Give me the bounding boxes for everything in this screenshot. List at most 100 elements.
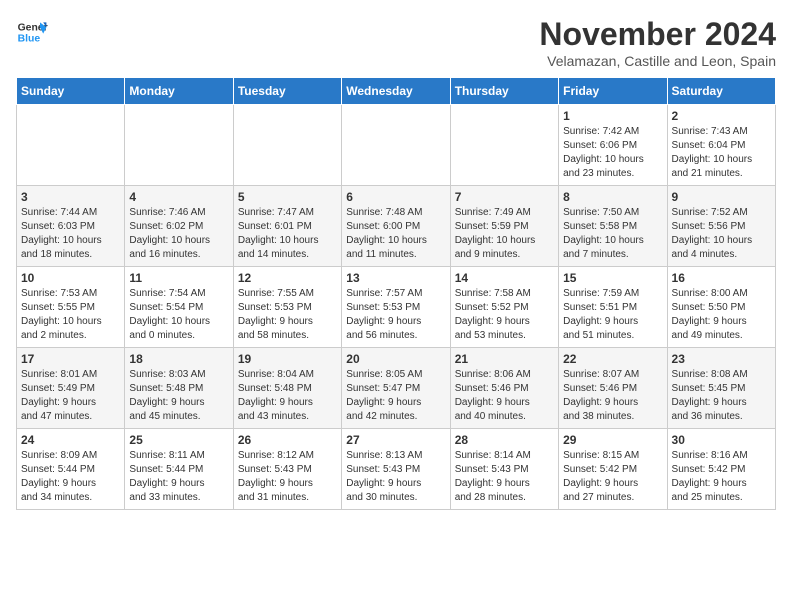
day-number: 3 [21, 190, 120, 204]
day-number: 20 [346, 352, 445, 366]
calendar-cell: 21 Sunrise: 8:06 AM Sunset: 5:46 PM Dayli… [450, 348, 558, 429]
calendar-cell: 24 Sunrise: 8:09 AM Sunset: 5:44 PM Dayli… [17, 429, 125, 510]
calendar-week-row: 3 Sunrise: 7:44 AM Sunset: 6:03 PM Daylig… [17, 186, 776, 267]
title-block: November 2024 Velamazan, Castille and Le… [539, 16, 776, 69]
weekday-header-saturday: Saturday [667, 78, 775, 105]
day-number: 25 [129, 433, 228, 447]
day-info: Sunrise: 7:49 AM Sunset: 5:59 PM Dayligh… [455, 206, 554, 262]
day-number: 17 [21, 352, 120, 366]
calendar-cell: 7 Sunrise: 7:49 AM Sunset: 5:59 PM Daylig… [450, 186, 558, 267]
day-number: 23 [672, 352, 771, 366]
day-info: Sunrise: 8:15 AM Sunset: 5:42 PM Dayligh… [563, 449, 662, 505]
day-info: Sunrise: 7:59 AM Sunset: 5:51 PM Dayligh… [563, 287, 662, 343]
weekday-header-wednesday: Wednesday [342, 78, 450, 105]
calendar-cell: 20Sunrise: 8:05 AM Sunset: 5:47 PM Dayli… [342, 348, 450, 429]
day-info: Sunrise: 7:54 AM Sunset: 5:54 PM Dayligh… [129, 287, 228, 343]
day-number: 19 [238, 352, 337, 366]
calendar-cell: 13 Sunrise: 7:57 AM Sunset: 5:53 PM Dayli… [342, 267, 450, 348]
calendar-table: SundayMondayTuesdayWednesdayThursdayFrid… [16, 77, 776, 510]
day-number: 16 [672, 271, 771, 285]
calendar-cell: 9Sunrise: 7:52 AM Sunset: 5:56 PM Daylig… [667, 186, 775, 267]
calendar-cell: 16Sunrise: 8:00 AM Sunset: 5:50 PM Dayli… [667, 267, 775, 348]
calendar-header-row: SundayMondayTuesdayWednesdayThursdayFrid… [17, 78, 776, 105]
calendar-cell: 26 Sunrise: 8:12 AM Sunset: 5:43 PM Dayli… [233, 429, 341, 510]
calendar-cell [125, 105, 233, 186]
day-info: Sunrise: 7:53 AM Sunset: 5:55 PM Dayligh… [21, 287, 120, 343]
day-info: Sunrise: 8:04 AM Sunset: 5:48 PM Dayligh… [238, 368, 337, 424]
calendar-cell: 11 Sunrise: 7:54 AM Sunset: 5:54 PM Dayli… [125, 267, 233, 348]
calendar-cell: 30Sunrise: 8:16 AM Sunset: 5:42 PM Dayli… [667, 429, 775, 510]
calendar-cell: 4 Sunrise: 7:46 AM Sunset: 6:02 PM Daylig… [125, 186, 233, 267]
calendar-cell: 1 Sunrise: 7:42 AM Sunset: 6:06 PM Daylig… [559, 105, 667, 186]
day-info: Sunrise: 8:09 AM Sunset: 5:44 PM Dayligh… [21, 449, 120, 505]
day-number: 11 [129, 271, 228, 285]
calendar-cell [342, 105, 450, 186]
day-number: 22 [563, 352, 662, 366]
day-number: 15 [563, 271, 662, 285]
day-number: 8 [563, 190, 662, 204]
weekday-header-sunday: Sunday [17, 78, 125, 105]
day-number: 4 [129, 190, 228, 204]
calendar-cell: 5Sunrise: 7:47 AM Sunset: 6:01 PM Daylig… [233, 186, 341, 267]
day-info: Sunrise: 7:58 AM Sunset: 5:52 PM Dayligh… [455, 287, 554, 343]
calendar-week-row: 10 Sunrise: 7:53 AM Sunset: 5:55 PM Dayli… [17, 267, 776, 348]
day-number: 24 [21, 433, 120, 447]
day-number: 1 [563, 109, 662, 123]
day-info: Sunrise: 7:52 AM Sunset: 5:56 PM Dayligh… [672, 206, 771, 262]
weekday-header-monday: Monday [125, 78, 233, 105]
day-info: Sunrise: 8:03 AM Sunset: 5:48 PM Dayligh… [129, 368, 228, 424]
day-number: 7 [455, 190, 554, 204]
day-info: Sunrise: 8:06 AM Sunset: 5:46 PM Dayligh… [455, 368, 554, 424]
calendar-cell: 14Sunrise: 7:58 AM Sunset: 5:52 PM Dayli… [450, 267, 558, 348]
day-info: Sunrise: 8:16 AM Sunset: 5:42 PM Dayligh… [672, 449, 771, 505]
day-number: 13 [346, 271, 445, 285]
calendar-cell: 23Sunrise: 8:08 AM Sunset: 5:45 PM Dayli… [667, 348, 775, 429]
calendar-cell: 17 Sunrise: 8:01 AM Sunset: 5:49 PM Dayli… [17, 348, 125, 429]
day-info: Sunrise: 7:57 AM Sunset: 5:53 PM Dayligh… [346, 287, 445, 343]
weekday-header-friday: Friday [559, 78, 667, 105]
calendar-cell: 25 Sunrise: 8:11 AM Sunset: 5:44 PM Dayli… [125, 429, 233, 510]
day-number: 28 [455, 433, 554, 447]
weekday-header-tuesday: Tuesday [233, 78, 341, 105]
day-number: 12 [238, 271, 337, 285]
logo-icon: General Blue [16, 16, 48, 48]
day-info: Sunrise: 7:46 AM Sunset: 6:02 PM Dayligh… [129, 206, 228, 262]
calendar-cell: 18 Sunrise: 8:03 AM Sunset: 5:48 PM Dayli… [125, 348, 233, 429]
day-info: Sunrise: 7:48 AM Sunset: 6:00 PM Dayligh… [346, 206, 445, 262]
calendar-cell: 2Sunrise: 7:43 AM Sunset: 6:04 PM Daylig… [667, 105, 775, 186]
day-info: Sunrise: 7:43 AM Sunset: 6:04 PM Dayligh… [672, 125, 771, 181]
month-title: November 2024 [539, 16, 776, 53]
location-subtitle: Velamazan, Castille and Leon, Spain [539, 53, 776, 69]
calendar-cell: 22 Sunrise: 8:07 AM Sunset: 5:46 PM Dayli… [559, 348, 667, 429]
day-number: 6 [346, 190, 445, 204]
calendar-cell [17, 105, 125, 186]
day-info: Sunrise: 8:01 AM Sunset: 5:49 PM Dayligh… [21, 368, 120, 424]
day-number: 21 [455, 352, 554, 366]
day-number: 26 [238, 433, 337, 447]
day-info: Sunrise: 8:11 AM Sunset: 5:44 PM Dayligh… [129, 449, 228, 505]
day-info: Sunrise: 8:13 AM Sunset: 5:43 PM Dayligh… [346, 449, 445, 505]
day-info: Sunrise: 8:07 AM Sunset: 5:46 PM Dayligh… [563, 368, 662, 424]
calendar-cell: 29 Sunrise: 8:15 AM Sunset: 5:42 PM Dayli… [559, 429, 667, 510]
page-header: General Blue November 2024 Velamazan, Ca… [16, 16, 776, 69]
calendar-cell: 28Sunrise: 8:14 AM Sunset: 5:43 PM Dayli… [450, 429, 558, 510]
calendar-cell: 12 Sunrise: 7:55 AM Sunset: 5:53 PM Dayli… [233, 267, 341, 348]
day-info: Sunrise: 7:42 AM Sunset: 6:06 PM Dayligh… [563, 125, 662, 181]
day-info: Sunrise: 7:50 AM Sunset: 5:58 PM Dayligh… [563, 206, 662, 262]
calendar-cell: 19 Sunrise: 8:04 AM Sunset: 5:48 PM Dayli… [233, 348, 341, 429]
calendar-cell: 27Sunrise: 8:13 AM Sunset: 5:43 PM Dayli… [342, 429, 450, 510]
calendar-cell: 6 Sunrise: 7:48 AM Sunset: 6:00 PM Daylig… [342, 186, 450, 267]
calendar-cell [450, 105, 558, 186]
calendar-cell [233, 105, 341, 186]
day-info: Sunrise: 8:12 AM Sunset: 5:43 PM Dayligh… [238, 449, 337, 505]
day-number: 29 [563, 433, 662, 447]
calendar-week-row: 24 Sunrise: 8:09 AM Sunset: 5:44 PM Dayli… [17, 429, 776, 510]
calendar-cell: 8 Sunrise: 7:50 AM Sunset: 5:58 PM Daylig… [559, 186, 667, 267]
day-number: 10 [21, 271, 120, 285]
calendar-week-row: 17 Sunrise: 8:01 AM Sunset: 5:49 PM Dayli… [17, 348, 776, 429]
day-number: 18 [129, 352, 228, 366]
day-info: Sunrise: 7:55 AM Sunset: 5:53 PM Dayligh… [238, 287, 337, 343]
logo: General Blue [16, 16, 48, 48]
day-number: 5 [238, 190, 337, 204]
day-info: Sunrise: 7:44 AM Sunset: 6:03 PM Dayligh… [21, 206, 120, 262]
